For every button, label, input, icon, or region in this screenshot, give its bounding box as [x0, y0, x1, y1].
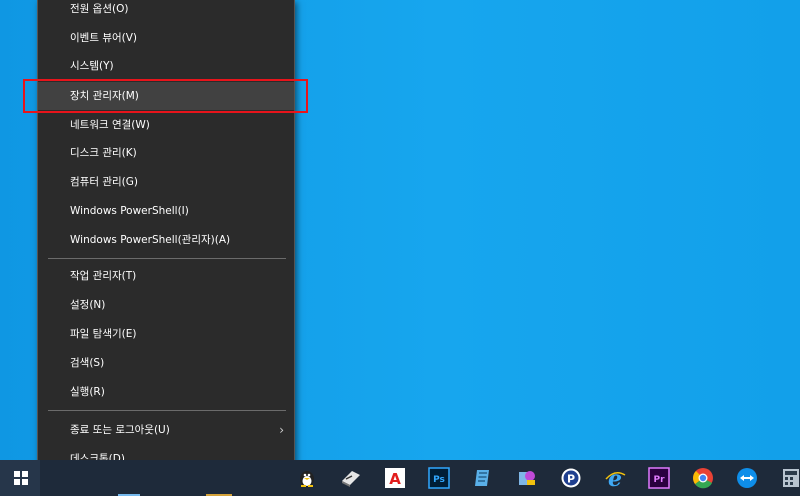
- menu-item-label: 이벤트 뷰어(V): [70, 32, 138, 44]
- menu-item-event-viewer[interactable]: 이벤트 뷰어(V): [38, 24, 294, 52]
- menu-item-label: 작업 관리자(T): [70, 270, 137, 282]
- winx-context-menu: 전원 옵션(O) 이벤트 뷰어(V) 시스템(Y) 장치 관리자(M) 네트워크…: [37, 0, 295, 480]
- menu-item-network-connections[interactable]: 네트워크 연결(W): [38, 111, 294, 139]
- svg-text:Ps: Ps: [433, 475, 445, 485]
- menu-separator: [48, 410, 286, 411]
- menu-item-run[interactable]: 실행(R): [38, 378, 294, 406]
- internet-explorer-icon[interactable]: e: [604, 466, 626, 492]
- menu-item-powershell-admin[interactable]: Windows PowerShell(관리자)(A): [38, 226, 294, 254]
- menu-item-label: 검색(S): [70, 357, 105, 369]
- svg-text:Pr: Pr: [653, 475, 665, 485]
- menu-item-device-manager[interactable]: 장치 관리자(M): [38, 82, 294, 110]
- menu-item-settings[interactable]: 설정(N): [38, 291, 294, 319]
- paint-icon[interactable]: [516, 467, 538, 489]
- svg-text:A: A: [389, 470, 401, 488]
- chrome-icon[interactable]: [692, 467, 714, 489]
- menu-item-powershell[interactable]: Windows PowerShell(I): [38, 197, 294, 225]
- menu-item-task-manager[interactable]: 작업 관리자(T): [38, 262, 294, 290]
- menu-item-label: 설정(N): [70, 299, 106, 311]
- penguin-icon[interactable]: [296, 467, 318, 489]
- photoshop-icon[interactable]: Ps: [428, 467, 450, 489]
- teamviewer-icon[interactable]: [736, 467, 758, 489]
- acrobat-icon[interactable]: A: [384, 467, 406, 489]
- menu-item-label: 네트워크 연결(W): [70, 119, 150, 131]
- menu-item-label: 실행(R): [70, 386, 105, 398]
- p-app-icon[interactable]: P: [560, 467, 582, 489]
- menu-item-label: Windows PowerShell(I): [70, 205, 189, 217]
- menu-item-label: Windows PowerShell(관리자)(A): [70, 234, 231, 246]
- notes-icon[interactable]: [472, 467, 494, 489]
- menu-item-label: 디스크 관리(K): [70, 147, 137, 159]
- svg-text:P: P: [567, 473, 575, 486]
- menu-separator: [48, 258, 286, 259]
- menu-item-power-options[interactable]: 전원 옵션(O): [38, 0, 294, 23]
- chevron-right-icon: ›: [279, 423, 284, 437]
- svg-text:e: e: [608, 467, 622, 489]
- premiere-icon[interactable]: Pr: [648, 467, 670, 489]
- scanner-icon[interactable]: [340, 467, 362, 489]
- menu-item-label: 파일 탐색기(E): [70, 328, 137, 340]
- menu-item-search[interactable]: 검색(S): [38, 349, 294, 377]
- menu-item-system[interactable]: 시스템(Y): [38, 52, 294, 80]
- menu-item-label: 컴퓨터 관리(G): [70, 176, 138, 188]
- taskbar: A Ps P e Pr: [0, 460, 800, 496]
- windows-logo-icon: [14, 471, 28, 485]
- menu-item-shutdown-signout[interactable]: 종료 또는 로그아웃(U) ›: [38, 416, 294, 444]
- menu-item-disk-management[interactable]: 디스크 관리(K): [38, 139, 294, 167]
- start-button[interactable]: [0, 460, 40, 496]
- menu-item-computer-management[interactable]: 컴퓨터 관리(G): [38, 168, 294, 196]
- menu-item-file-explorer[interactable]: 파일 탐색기(E): [38, 320, 294, 348]
- menu-item-label: 전원 옵션(O): [70, 3, 129, 15]
- menu-item-label: 시스템(Y): [70, 60, 114, 72]
- menu-item-label: 종료 또는 로그아웃(U): [70, 424, 170, 436]
- menu-item-label: 장치 관리자(M): [70, 90, 139, 102]
- calculator-icon[interactable]: [780, 467, 800, 489]
